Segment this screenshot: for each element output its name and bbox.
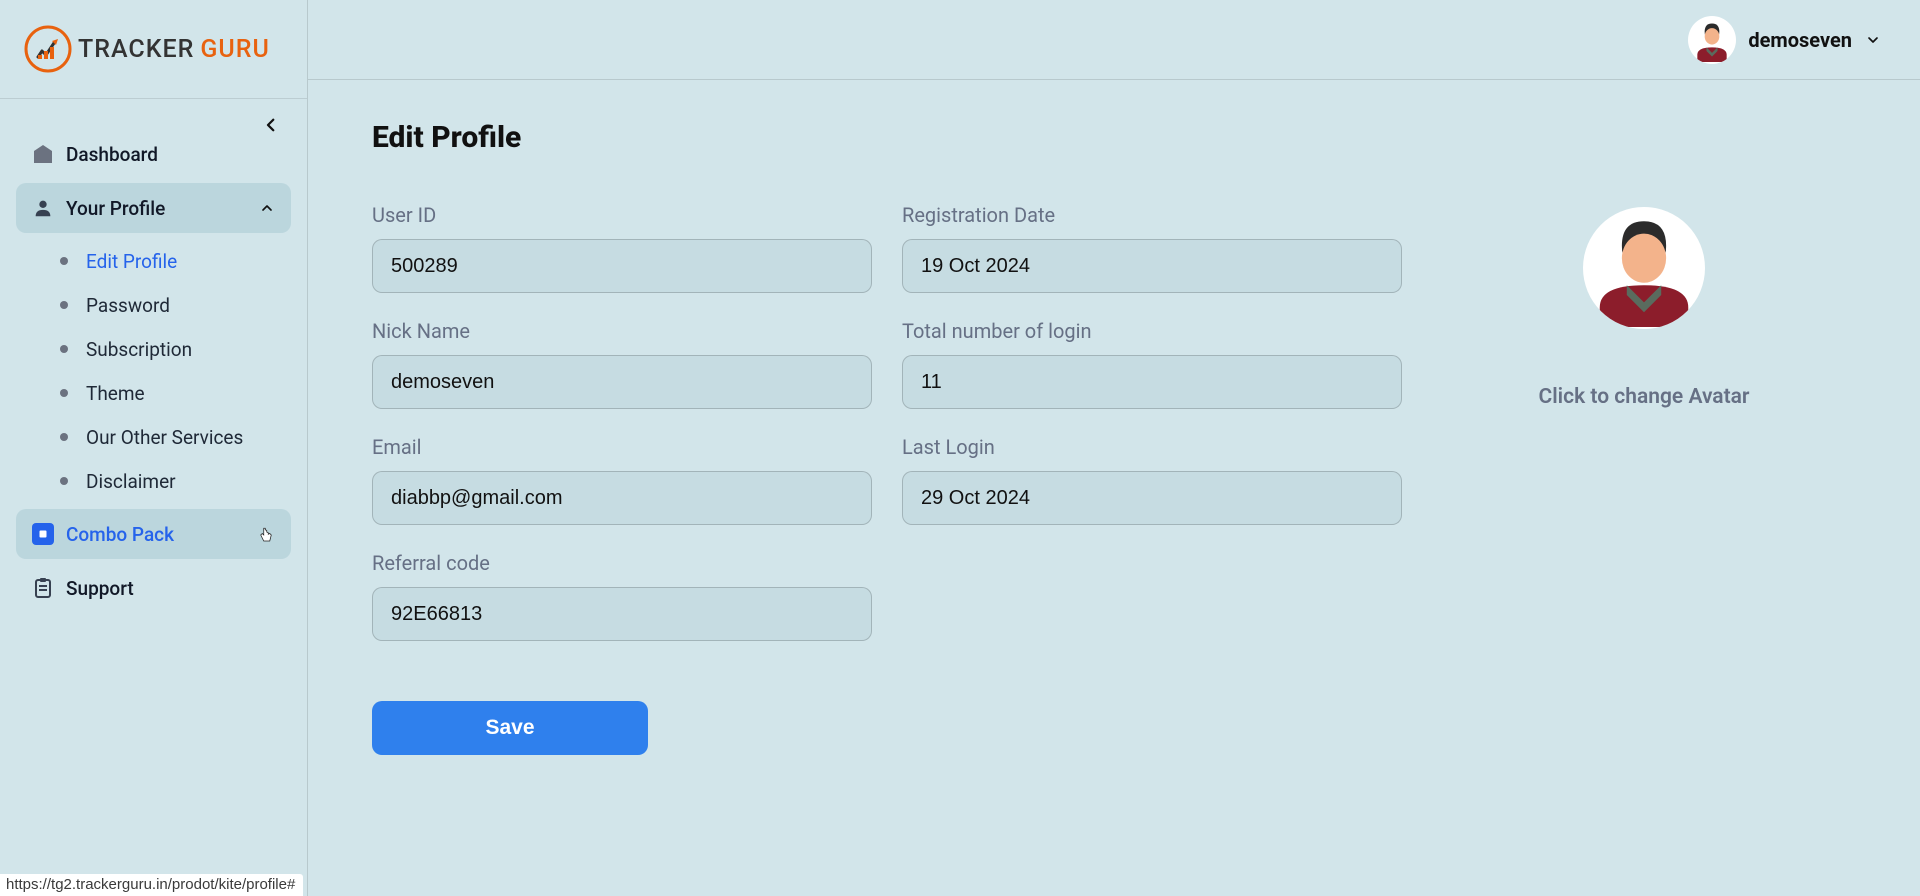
sidebar-sub-label: Our Other Services	[86, 426, 243, 449]
sidebar-sub-edit-profile[interactable]: Edit Profile	[60, 239, 291, 283]
profile-form: User ID Nick Name Email Referral code Sa…	[372, 203, 1856, 755]
input-email[interactable]	[372, 471, 872, 525]
label-referral: Referral code	[372, 551, 872, 575]
sidebar-sub-other-services[interactable]: Our Other Services	[60, 415, 291, 459]
sidebar-item-dashboard[interactable]: Dashboard	[16, 129, 291, 179]
sidebar-sub-label: Subscription	[86, 338, 192, 361]
bullet-icon	[60, 477, 68, 485]
label-email: Email	[372, 435, 872, 459]
sidebar-sub-subscription[interactable]: Subscription	[60, 327, 291, 371]
brand-mark-icon	[22, 23, 74, 75]
sidebar-item-support[interactable]: Support	[16, 563, 291, 613]
input-referral[interactable]	[372, 587, 872, 641]
sidebar-sub-label: Disclaimer	[86, 470, 176, 493]
profile-submenu: Edit Profile Password Subscription Theme…	[16, 237, 291, 509]
user-icon	[30, 195, 56, 221]
brand-name-part1: TRACKER	[78, 35, 194, 64]
sidebar-item-label: Support	[66, 577, 134, 600]
label-last-login: Last Login	[902, 435, 1402, 459]
cursor-icon	[257, 524, 277, 544]
sidebar-item-label: Your Profile	[66, 197, 165, 220]
form-col-right: Registration Date Total number of login …	[902, 203, 1402, 755]
avatar-icon	[1688, 16, 1736, 64]
sidebar-sub-label: Theme	[86, 382, 145, 405]
page-title: Edit Profile	[372, 120, 1856, 155]
input-reg-date[interactable]	[902, 239, 1402, 293]
pack-icon	[30, 521, 56, 547]
sidebar-sub-theme[interactable]: Theme	[60, 371, 291, 415]
brand-name-part2: GURU	[200, 35, 269, 64]
form-col-left: User ID Nick Name Email Referral code Sa…	[372, 203, 872, 755]
bullet-icon	[60, 345, 68, 353]
bullet-icon	[60, 433, 68, 441]
sidebar-item-combo-pack[interactable]: Combo Pack	[16, 509, 291, 559]
bullet-icon	[60, 301, 68, 309]
input-last-login[interactable]	[902, 471, 1402, 525]
sidebar-sub-label: Password	[86, 294, 170, 317]
label-user-id: User ID	[372, 203, 872, 227]
sidebar-nav: Dashboard Your Profile Edit Profile Pass	[0, 99, 307, 613]
chevron-up-icon	[257, 198, 277, 218]
browser-status-url: https://tg2.trackerguru.in/prodot/kite/p…	[0, 874, 303, 896]
username-label: demoseven	[1748, 28, 1852, 52]
input-nick[interactable]	[372, 355, 872, 409]
brand-logo[interactable]: TRACKER GURU	[0, 0, 307, 98]
sidebar-sub-password[interactable]: Password	[60, 283, 291, 327]
main-content: Edit Profile User ID Nick Name Email Ref…	[308, 80, 1920, 896]
sidebar-item-profile[interactable]: Your Profile	[16, 183, 291, 233]
sidebar-sub-disclaimer[interactable]: Disclaimer	[60, 459, 291, 503]
input-login-count[interactable]	[902, 355, 1402, 409]
chevron-down-icon	[1864, 31, 1882, 49]
sidebar-item-label: Dashboard	[66, 143, 158, 166]
bullet-icon	[60, 389, 68, 397]
sidebar-sub-label: Edit Profile	[86, 250, 177, 273]
sidebar: TRACKER GURU Dashboard Your Prof	[0, 0, 308, 896]
avatar-section: Click to change Avatar	[1432, 203, 1856, 755]
label-login-count: Total number of login	[902, 319, 1402, 343]
clipboard-icon	[30, 575, 56, 601]
sidebar-item-label: Combo Pack	[66, 523, 174, 546]
label-nick: Nick Name	[372, 319, 872, 343]
save-button[interactable]: Save	[372, 701, 648, 755]
bullet-icon	[60, 257, 68, 265]
dashboard-icon	[30, 141, 56, 167]
change-avatar-link[interactable]: Click to change Avatar	[1539, 385, 1750, 409]
profile-avatar[interactable]	[1583, 207, 1705, 329]
topbar: demoseven	[308, 0, 1920, 80]
user-menu[interactable]: demoseven	[1688, 16, 1882, 64]
brand-name: TRACKER GURU	[78, 35, 270, 64]
label-reg-date: Registration Date	[902, 203, 1402, 227]
input-user-id[interactable]	[372, 239, 872, 293]
